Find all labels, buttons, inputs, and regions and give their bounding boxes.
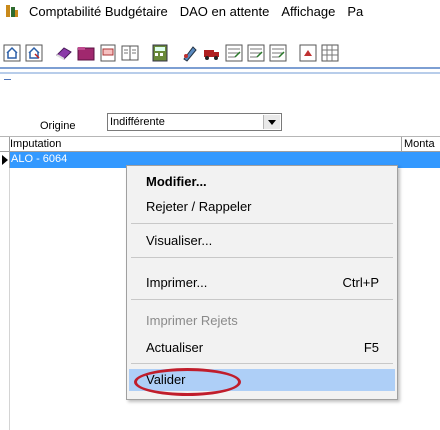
menu-item-modifier[interactable]: Modifier...: [129, 171, 395, 193]
origine-select-value: Indifférente: [110, 116, 165, 128]
menu-item-label: Imprimer...: [146, 275, 208, 290]
export-icon[interactable]: [298, 43, 318, 63]
truck-icon[interactable]: [202, 43, 222, 63]
menu-item-shortcut: Ctrl+P: [342, 275, 379, 290]
form2-icon[interactable]: [246, 43, 266, 63]
menu-separator: [131, 299, 393, 300]
menu-dao-en-attente[interactable]: DAO en attente: [174, 4, 276, 19]
column-header-imputation[interactable]: Imputation: [10, 138, 61, 150]
row-selector-column: [0, 168, 10, 430]
menu-pa-truncated[interactable]: Pa: [341, 4, 369, 19]
menu-item-shortcut: F5: [363, 340, 379, 355]
chevron-down-icon[interactable]: [263, 115, 280, 129]
menu-affichage[interactable]: Affichage: [275, 4, 341, 19]
menu-item-imprimer-rejets: Imprimer Rejets: [129, 310, 395, 332]
menu-item-actualiser[interactable]: Actualiser F5: [129, 337, 395, 359]
menu-item-imprimer[interactable]: Imprimer... Ctrl+P: [129, 272, 395, 294]
menu-comptabilite-budgetaire[interactable]: Comptabilité Budgétaire: [23, 4, 174, 19]
form-icon[interactable]: [224, 43, 244, 63]
document-ab-icon[interactable]: [98, 43, 118, 63]
column-divider[interactable]: [401, 137, 402, 151]
calculator-icon[interactable]: [150, 43, 170, 63]
row-pointer-icon: [2, 155, 8, 165]
panel-corner-mark: [4, 79, 11, 80]
grid-header: Imputation Monta: [0, 137, 440, 152]
menu-item-label: Rejeter / Rappeler: [146, 199, 252, 214]
home-icon[interactable]: [2, 43, 22, 63]
column-header-montant[interactable]: Monta: [404, 138, 435, 150]
menu-item-label: Actualiser: [146, 340, 204, 355]
toolbar-divider: [0, 67, 440, 69]
home-shortcut-icon[interactable]: [24, 43, 44, 63]
panel-top-border: [0, 72, 440, 74]
menu-item-label: Visualiser...: [146, 233, 213, 248]
current-row-indicator: [0, 152, 10, 168]
menu-item-label: Imprimer Rejets: [146, 313, 238, 328]
menu-bar: Comptabilité Budgétaire DAO en attente A…: [0, 0, 440, 22]
folder-icon[interactable]: [76, 43, 96, 63]
origine-label: Origine: [40, 120, 76, 132]
menu-item-rejeter-rappeler[interactable]: Rejeter / Rappeler: [129, 196, 395, 218]
form3-icon[interactable]: [268, 43, 288, 63]
menu-item-visualiser[interactable]: Visualiser...: [129, 230, 395, 252]
menu-item-label: Modifier...: [146, 174, 207, 189]
menu-separator: [131, 223, 393, 224]
annotation-highlight-ring: [134, 368, 241, 396]
cell-imputation: ALO - 6064: [11, 153, 68, 165]
menu-separator: [131, 363, 393, 364]
user-pen-icon[interactable]: [180, 43, 200, 63]
row-selector-header: [0, 137, 10, 151]
origine-select[interactable]: Indifférente: [107, 113, 282, 131]
context-menu: Modifier... Rejeter / Rappeler Visualise…: [126, 165, 398, 400]
eraser-icon[interactable]: [54, 43, 74, 63]
app-logo-icon: [5, 4, 19, 18]
book-icon[interactable]: [120, 43, 140, 63]
grid-icon[interactable]: [320, 43, 340, 63]
menu-separator: [131, 257, 393, 258]
toolbar: [0, 40, 440, 66]
